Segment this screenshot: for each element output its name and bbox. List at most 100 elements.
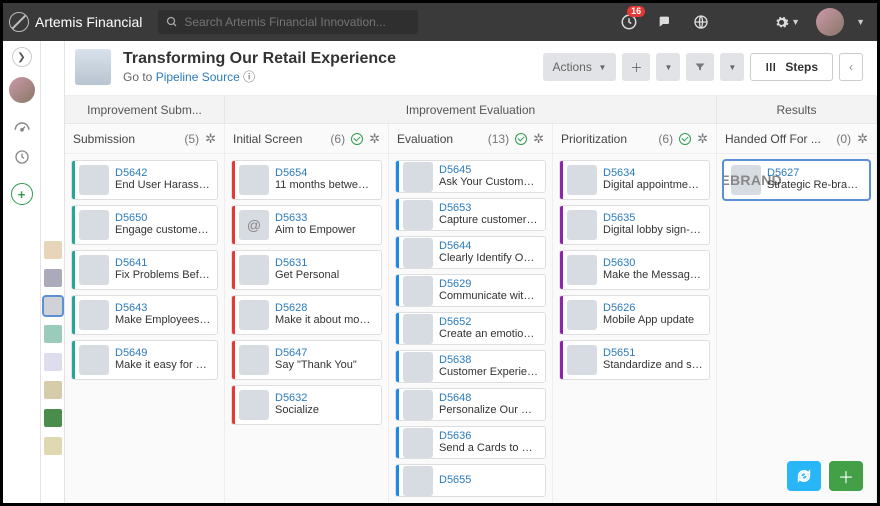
board-thumb[interactable] [44,409,62,427]
card-accent [396,237,399,268]
card-id[interactable]: D5642 [115,167,211,179]
card-id[interactable]: D5652 [439,316,539,328]
card-id[interactable]: D5644 [439,240,539,252]
steps-button[interactable]: Steps [750,53,833,81]
card[interactable]: D5641Fix Problems Before Th... [71,250,218,290]
board-thumb[interactable] [44,269,62,287]
card[interactable]: D5648Personalize Our Packa... [395,388,546,421]
card[interactable]: D5652Create an emotional co... [395,312,546,345]
card[interactable]: REBRANDD5627Strategic Re-branding [723,160,870,200]
board-thumb[interactable] [44,437,62,455]
card-id[interactable]: D5636 [439,430,539,442]
card-accent [232,341,235,379]
brand-logo[interactable]: Artemis Financial [9,12,142,32]
card-id[interactable]: D5643 [115,302,211,314]
search-box[interactable] [158,10,418,34]
card[interactable]: D5651Standardize and simpli... [559,340,710,380]
prev-button[interactable]: ‹ [839,53,863,81]
card[interactable]: D5643Make Employees Famo... [71,295,218,335]
card-id[interactable]: D5635 [603,212,703,224]
card-id[interactable]: D5650 [115,212,211,224]
chat-icon[interactable] [652,9,678,35]
card-accent [560,206,563,244]
card[interactable]: @D5633Aim to Empower [231,205,382,245]
check-icon [515,133,527,145]
card-id[interactable]: D5651 [603,347,703,359]
actions-button[interactable]: Actions ▼ [543,53,617,81]
board-thumb[interactable] [44,241,62,259]
gear-icon[interactable]: ✲ [697,131,708,147]
current-user-avatar[interactable] [9,77,35,103]
pipeline-source-link[interactable]: Pipeline Source [156,70,240,84]
card[interactable]: D5642End User Harassment [71,160,218,200]
add-split-caret[interactable]: ▼ [656,53,680,81]
card[interactable]: D5649Make it easy for custo... [71,340,218,380]
add-button[interactable]: + [11,183,33,205]
card[interactable]: D5653Capture customer feed... [395,198,546,231]
board-thumb[interactable] [44,325,62,343]
card[interactable]: D565411 months between th... [231,160,382,200]
settings-icon[interactable]: ▼ [774,9,800,35]
user-avatar[interactable] [816,8,844,36]
card-id[interactable]: D5630 [603,257,703,269]
expand-rail-button[interactable]: ❯ [12,47,32,67]
refresh-fab[interactable] [787,461,821,491]
filter-button[interactable] [686,53,714,81]
card[interactable]: D5638Customer Experience A... [395,350,546,383]
card-id[interactable]: D5626 [603,302,703,314]
filter-caret[interactable]: ▼ [720,53,744,81]
card-id[interactable]: D5653 [439,202,539,214]
card-accent [232,386,235,424]
card[interactable]: D5645Ask Your Customers Q... [395,160,546,193]
info-icon[interactable]: ⓘ [243,70,255,84]
card[interactable]: D5626Mobile App update [559,295,710,335]
card-id[interactable]: D5654 [275,167,375,179]
card[interactable]: D5630Make the Message Visu... [559,250,710,290]
card-id[interactable]: D5655 [439,474,539,486]
card[interactable]: D5636Send a Cards to Power... [395,426,546,459]
board-thumb-selected[interactable] [44,297,62,315]
card[interactable]: D5631Get Personal [231,250,382,290]
card[interactable]: D5634Digital appointment-se... [559,160,710,200]
card-accent [72,341,75,379]
card[interactable]: D5635Digital lobby sign-in sy... [559,205,710,245]
search-input[interactable] [184,15,410,29]
notifications-icon[interactable]: 16 [616,9,642,35]
card[interactable]: D5629Communicate with vid... [395,274,546,307]
card-id[interactable]: D5632 [275,392,375,404]
gear-icon[interactable]: ✲ [205,131,216,147]
gear-icon[interactable]: ✲ [533,131,544,147]
history-icon[interactable] [10,145,34,169]
column-title: Prioritization [561,132,652,146]
board-thumb[interactable] [44,381,62,399]
card-id[interactable]: D5647 [275,347,375,359]
card-id[interactable]: D5649 [115,347,211,359]
card[interactable]: D5628Make it about moments [231,295,382,335]
chevron-down-icon: ▼ [856,17,865,27]
nav-rail: ❯ + [3,41,41,503]
card-accent [560,161,563,199]
card-id[interactable]: D5633 [275,212,375,224]
card-id[interactable]: D5631 [275,257,375,269]
card-id[interactable]: D5645 [439,164,539,176]
card-id[interactable]: D5648 [439,392,539,404]
globe-icon[interactable] [688,9,714,35]
dashboard-icon[interactable] [10,117,34,141]
card[interactable]: D5650Engage customers thro... [71,205,218,245]
card-id[interactable]: D5628 [275,302,375,314]
card-id[interactable]: D5641 [115,257,211,269]
card-id[interactable]: D5638 [439,354,539,366]
card-accent [560,251,563,289]
card[interactable]: D5632Socialize [231,385,382,425]
gear-icon[interactable]: ✲ [857,131,868,147]
card[interactable]: D5655 [395,464,546,497]
card-id[interactable]: D5627 [767,167,863,179]
add-split-button[interactable]: ＋ [622,53,650,81]
card[interactable]: D5647Say "Thank You" [231,340,382,380]
card[interactable]: D5644Clearly Identify Our Cu... [395,236,546,269]
create-fab[interactable]: ＋ [829,461,863,491]
gear-icon[interactable]: ✲ [369,131,380,147]
board-thumb[interactable] [44,353,62,371]
card-id[interactable]: D5629 [439,278,539,290]
card-id[interactable]: D5634 [603,167,703,179]
